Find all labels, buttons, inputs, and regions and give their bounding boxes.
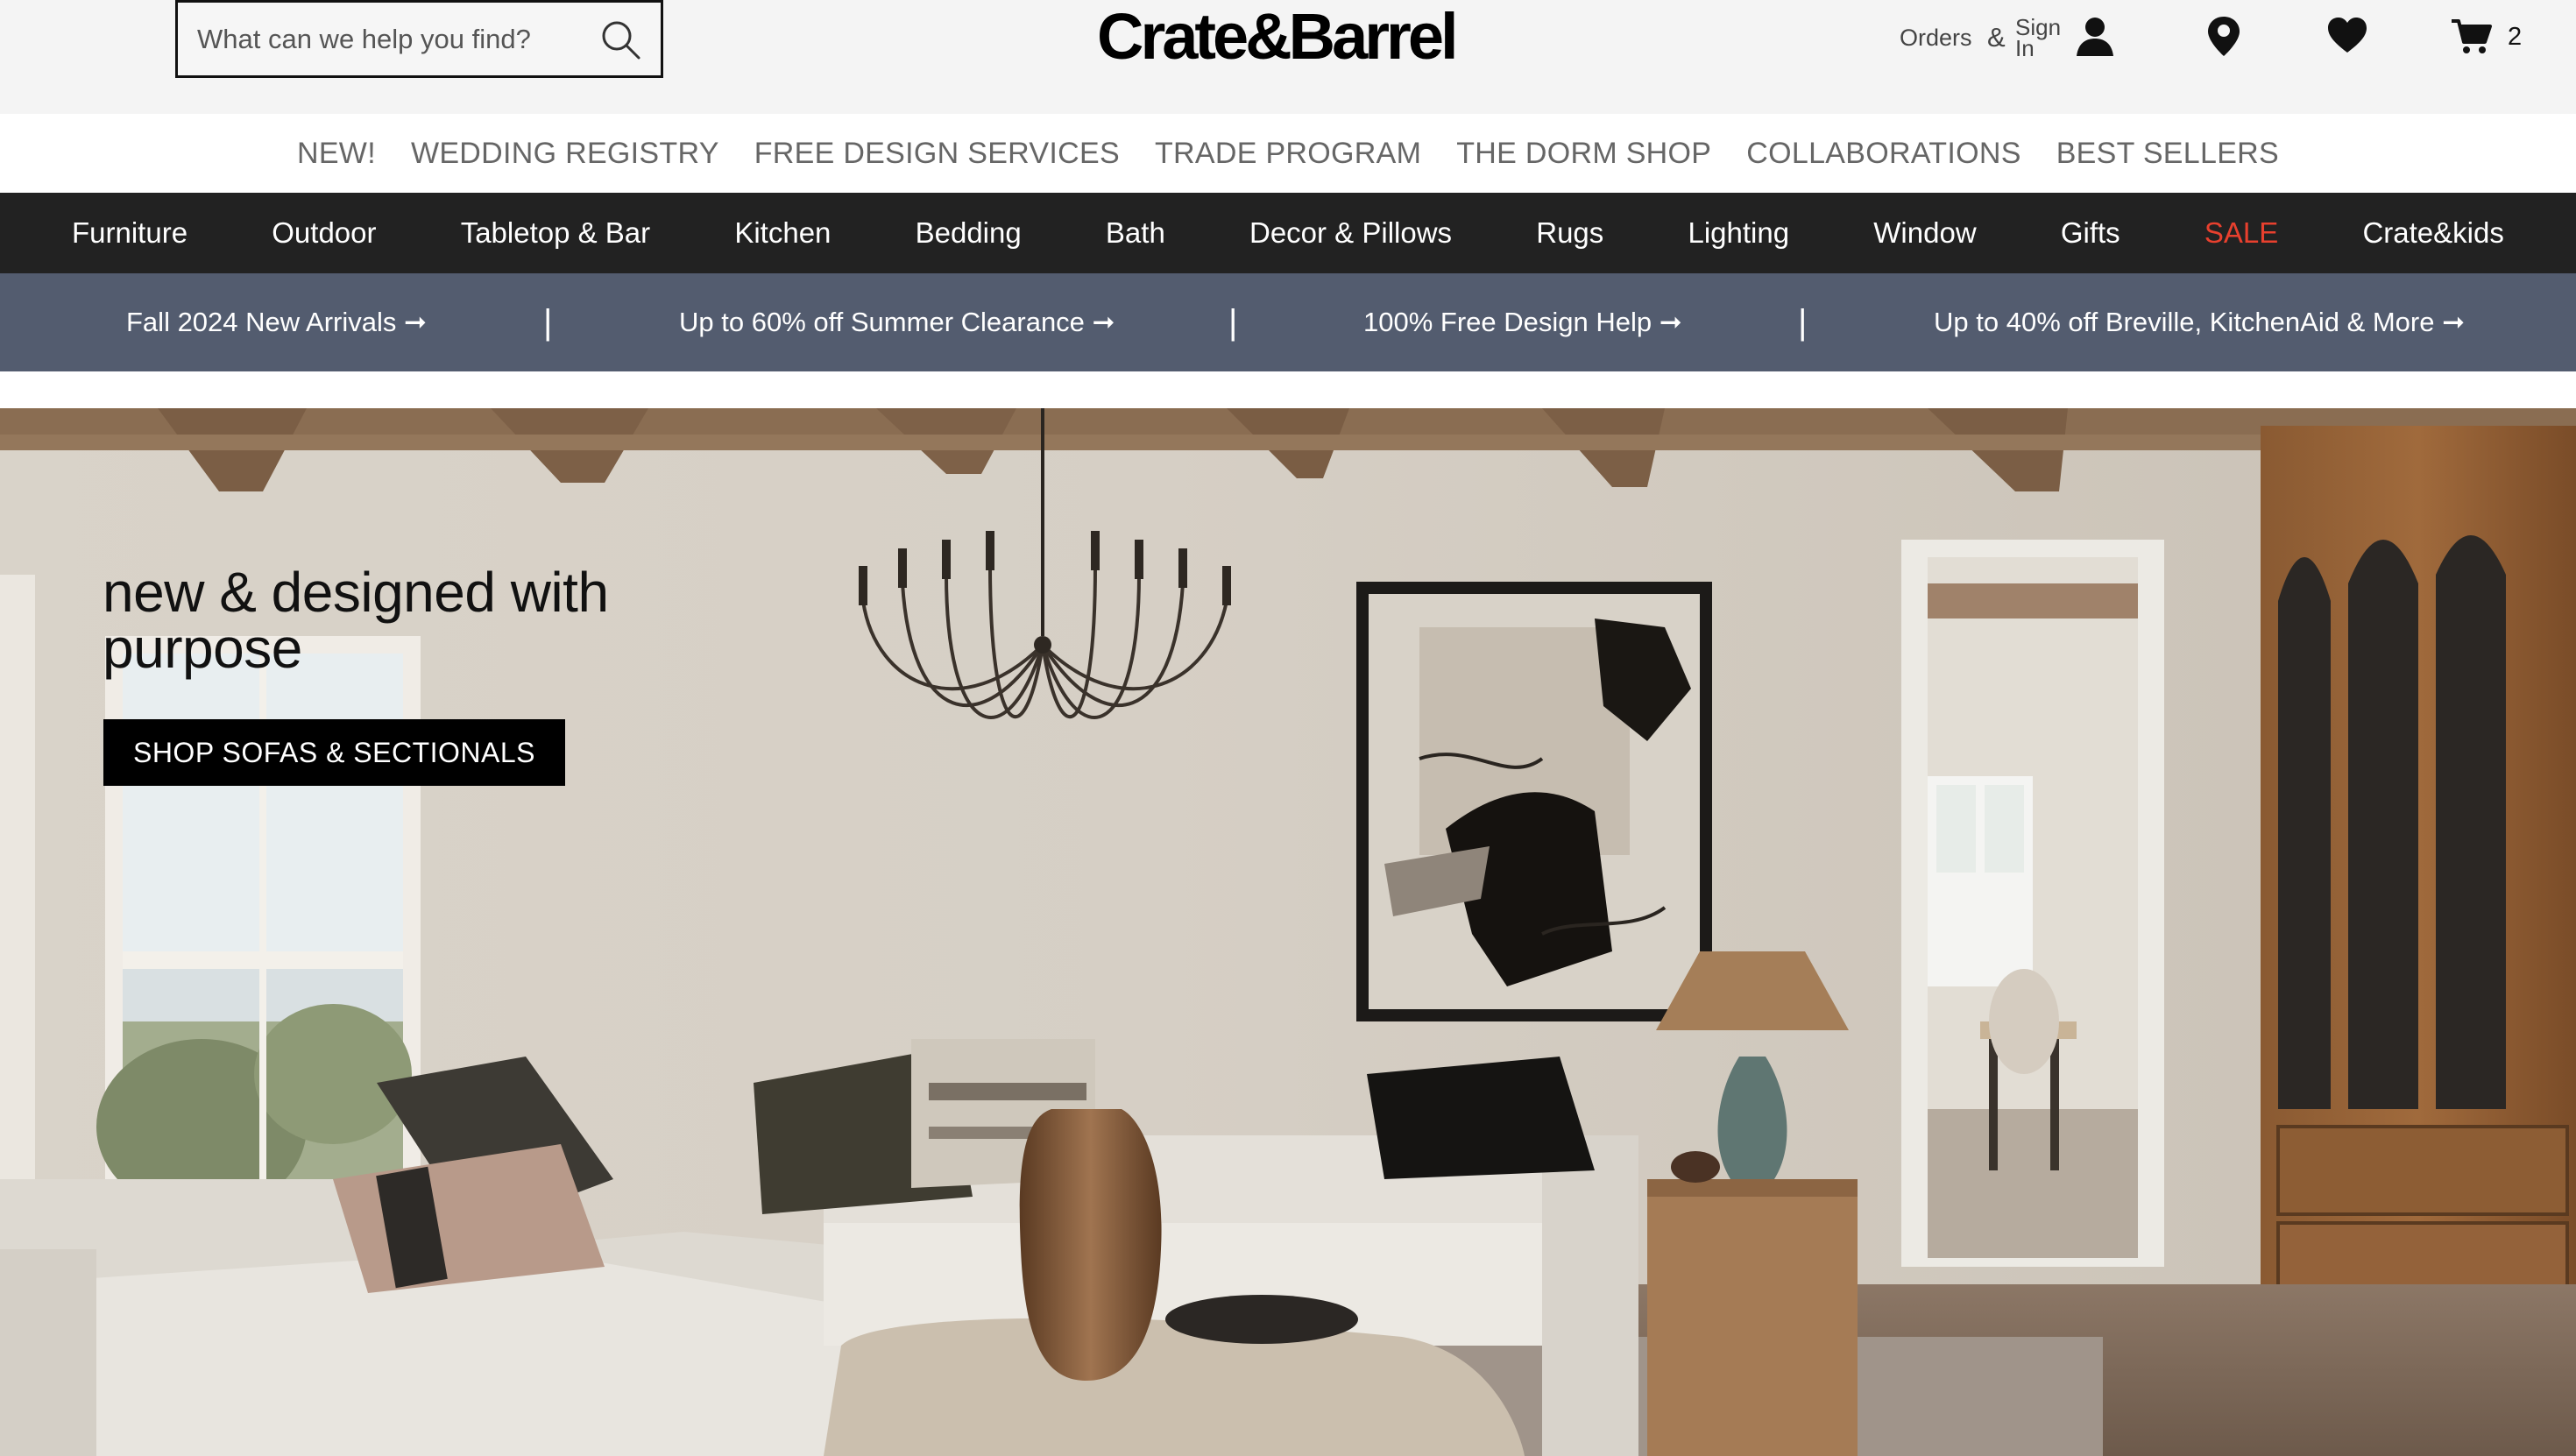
location-pin-icon[interactable] [2202, 14, 2246, 58]
search-icon[interactable] [599, 18, 643, 62]
brand-logo[interactable]: Crate&Barrel [1097, 2, 1459, 72]
hero-headline: new & designed with purpose [103, 561, 609, 680]
subnav-collaborations[interactable]: COLLABORATIONS [1746, 137, 2020, 171]
promo-separator: | [1798, 303, 1808, 342]
account-icon[interactable] [2073, 14, 2117, 58]
nav-lighting[interactable]: Lighting [1688, 216, 1789, 250]
sign-in-label-line2: In [2015, 35, 2035, 61]
ampersand-separator: & [1987, 22, 2006, 53]
orders-link[interactable]: Orders [1900, 0, 1972, 75]
nav-bath[interactable]: Bath [1106, 216, 1165, 250]
promo-bar: Fall 2024 New Arrivals ➞ | Up to 60% off… [0, 273, 2576, 371]
search-box[interactable] [175, 0, 663, 78]
promo-fall-new-arrivals[interactable]: Fall 2024 New Arrivals ➞ [126, 273, 427, 371]
promo-appliance-sale[interactable]: Up to 40% off Breville, KitchenAid & Mor… [1934, 273, 2465, 371]
promo-separator: | [543, 303, 553, 342]
sign-in-link[interactable]: Sign In [2015, 0, 2064, 75]
secondary-nav: NEW! WEDDING REGISTRY FREE DESIGN SERVIC… [0, 114, 2576, 193]
subnav-best-sellers[interactable]: BEST SELLERS [2056, 137, 2279, 171]
category-nav: Furniture Outdoor Tabletop & Bar Kitchen… [0, 193, 2576, 273]
nav-window[interactable]: Window [1873, 216, 1976, 250]
cart-count-badge[interactable]: 2 [2508, 19, 2522, 54]
nav-bedding[interactable]: Bedding [916, 216, 1022, 250]
nav-kitchen[interactable]: Kitchen [734, 216, 831, 250]
search-input[interactable] [197, 3, 583, 75]
nav-decor-pillows[interactable]: Decor & Pillows [1249, 216, 1452, 250]
promo-separator: | [1228, 303, 1238, 342]
nav-crate-kids[interactable]: Crate&kids [2362, 216, 2503, 250]
nav-rugs[interactable]: Rugs [1536, 216, 1603, 250]
subnav-dorm-shop[interactable]: THE DORM SHOP [1456, 137, 1711, 171]
nav-outdoor[interactable]: Outdoor [272, 216, 376, 250]
heart-icon[interactable] [2325, 14, 2369, 58]
subnav-trade-program[interactable]: TRADE PROGRAM [1155, 137, 1421, 171]
promo-free-design-help[interactable]: 100% Free Design Help ➞ [1363, 273, 1682, 371]
subnav-new[interactable]: NEW! [297, 137, 376, 171]
nav-furniture[interactable]: Furniture [72, 216, 188, 250]
nav-tabletop-bar[interactable]: Tabletop & Bar [461, 216, 650, 250]
cart-icon[interactable] [2450, 14, 2494, 58]
site-header: Crate&Barrel Orders & Sign In 2 [0, 0, 2576, 114]
nav-gifts[interactable]: Gifts [2061, 216, 2120, 250]
promo-summer-clearance[interactable]: Up to 60% off Summer Clearance ➞ [679, 273, 1115, 371]
subnav-free-design-services[interactable]: FREE DESIGN SERVICES [754, 137, 1120, 171]
hero-banner[interactable]: new & designed with purpose SHOP SOFAS &… [0, 408, 2576, 1456]
nav-sale[interactable]: SALE [2204, 216, 2278, 250]
shop-sofas-button[interactable]: SHOP SOFAS & SECTIONALS [103, 719, 565, 786]
subnav-wedding-registry[interactable]: WEDDING REGISTRY [411, 137, 719, 171]
